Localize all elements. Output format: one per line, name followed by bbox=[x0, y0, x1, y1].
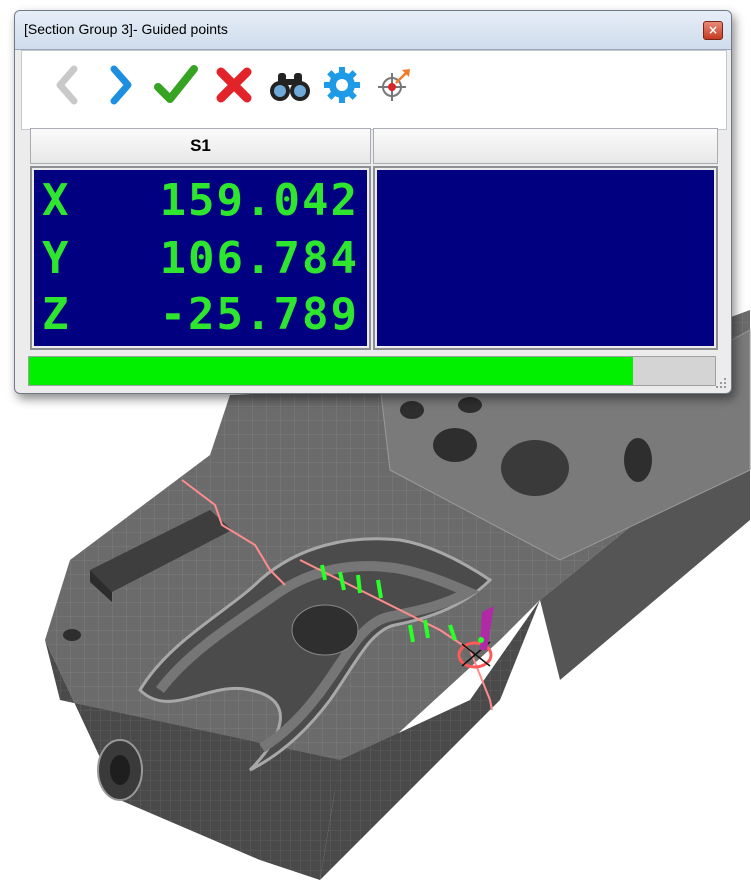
x-label: X bbox=[42, 175, 69, 226]
title-bar[interactable]: [Section Group 3]- Guided points × bbox=[15, 11, 731, 50]
binoculars-icon bbox=[270, 73, 310, 101]
coordinate-readout-s1: X 159.042 Y 106.784 Z -25.789 bbox=[30, 166, 371, 350]
settings-button[interactable] bbox=[320, 61, 364, 109]
resize-grip-icon[interactable] bbox=[715, 377, 727, 389]
y-label: Y bbox=[42, 233, 69, 284]
y-value: 106.784 bbox=[159, 233, 359, 284]
close-button[interactable]: × bbox=[703, 21, 723, 40]
toolbar bbox=[21, 50, 727, 130]
checkmark-icon bbox=[154, 65, 198, 103]
guided-points-dialog: [Section Group 3]- Guided points × S1 X … bbox=[14, 10, 732, 394]
progress-bar bbox=[28, 356, 716, 386]
crosshair-arrow-icon bbox=[378, 69, 410, 101]
machined-part bbox=[45, 310, 751, 880]
cancel-button[interactable] bbox=[212, 61, 256, 109]
progress-fill bbox=[29, 357, 633, 385]
find-button[interactable] bbox=[268, 61, 312, 109]
x-icon bbox=[216, 67, 252, 103]
column-header-s1[interactable]: S1 bbox=[30, 128, 371, 164]
previous-button[interactable] bbox=[44, 61, 88, 109]
y-coordinate-row: Y 106.784 bbox=[42, 232, 359, 286]
next-button[interactable] bbox=[100, 61, 144, 109]
readout-panel: X 159.042 Y 106.784 Z -25.789 bbox=[34, 170, 367, 346]
z-value: -25.789 bbox=[159, 289, 359, 340]
readout-panel-empty bbox=[377, 170, 714, 346]
window-title: [Section Group 3]- Guided points bbox=[24, 21, 228, 37]
column-header-empty[interactable] bbox=[373, 128, 718, 164]
chevron-left-icon bbox=[56, 65, 78, 105]
x-value: 159.042 bbox=[159, 175, 359, 226]
z-coordinate-row: Z -25.789 bbox=[42, 288, 359, 342]
target-button[interactable] bbox=[372, 61, 416, 109]
accept-button[interactable] bbox=[154, 61, 198, 109]
chevron-right-icon bbox=[110, 65, 132, 105]
coordinate-readout-empty bbox=[373, 166, 718, 350]
gear-icon bbox=[324, 67, 360, 103]
z-label: Z bbox=[42, 289, 69, 340]
x-coordinate-row: X 159.042 bbox=[42, 174, 359, 228]
